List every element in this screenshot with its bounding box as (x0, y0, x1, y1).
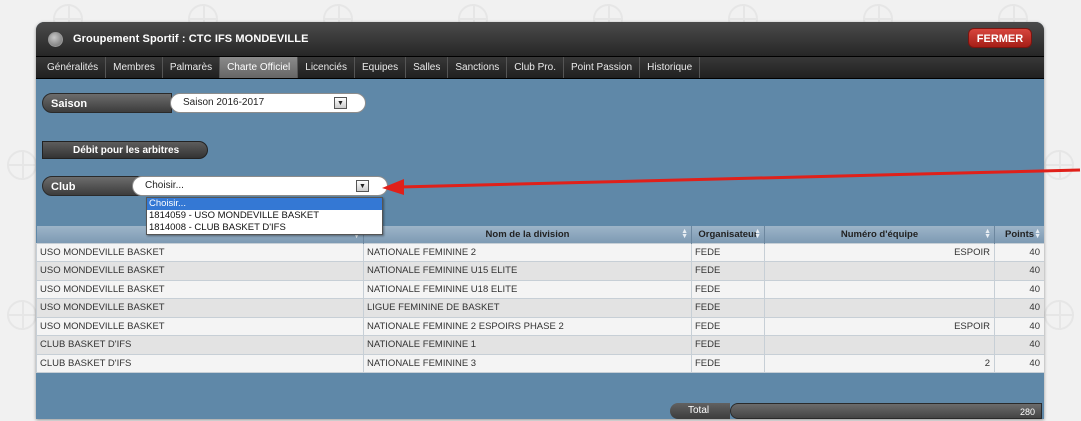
cell-club: USO MONDEVILLE BASKET (36, 279, 364, 299)
tab-club-pro[interactable]: Club Pro. (507, 57, 564, 78)
cell-points: 40 (994, 298, 1044, 318)
total-value: 280 (730, 403, 1042, 419)
cell-organisateur: FEDE (691, 353, 765, 373)
cell-numero-equipe (764, 279, 995, 299)
cell-division: NATIONALE FEMININE 2 ESPOIRS PHASE 2 (363, 316, 692, 336)
cell-numero-equipe (764, 261, 995, 281)
sort-icon: ▲▼ (1034, 228, 1041, 240)
cell-points: 40 (994, 335, 1044, 355)
cell-organisateur: FEDE (691, 316, 765, 336)
season-select[interactable]: Saison 2016-2017 ▼ (170, 93, 366, 113)
basketball-watermark-icon (6, 300, 37, 330)
cell-numero-equipe: ESPOIR (764, 316, 995, 336)
table-row[interactable]: USO MONDEVILLE BASKET NATIONALE FEMININE… (36, 279, 1044, 299)
total-label: Total (670, 403, 730, 419)
arbitres-table: ▲▼ Nom de la division▲▼ Organisateur▲▼ N… (36, 226, 1044, 373)
cell-division: LIGUE FEMININE DE BASKET (363, 298, 692, 318)
cell-club: USO MONDEVILLE BASKET (36, 261, 364, 281)
table-row[interactable]: CLUB BASKET D'IFS NATIONALE FEMININE 3 F… (36, 353, 1044, 373)
window-title: Groupement Sportif : CTC IFS MONDEVILLE (73, 33, 309, 45)
annotation-arrow-icon (382, 168, 1081, 195)
cell-organisateur: FEDE (691, 261, 765, 281)
cell-club: USO MONDEVILLE BASKET (36, 316, 364, 336)
tab-charte-officiel[interactable]: Charte Officiel (220, 57, 299, 78)
sort-icon: ▲▼ (681, 228, 688, 240)
tab-bar: Généralités Membres Palmarès Charte Offi… (36, 57, 1044, 79)
cell-club: USO MONDEVILLE BASKET (36, 298, 364, 318)
sort-icon: ▲▼ (984, 228, 991, 240)
cell-numero-equipe: ESPOIR (764, 242, 995, 262)
federation-logo-icon (48, 31, 63, 47)
basketball-watermark-icon (6, 150, 37, 180)
tab-salles[interactable]: Salles (406, 57, 449, 78)
tab-point-passion[interactable]: Point Passion (564, 57, 641, 78)
cell-numero-equipe (764, 335, 995, 355)
chevron-down-icon[interactable]: ▼ (334, 97, 347, 109)
cell-organisateur: FEDE (691, 242, 765, 262)
debit-header: Débit pour les arbitres (42, 141, 208, 159)
cell-club: CLUB BASKET D'IFS (36, 353, 364, 373)
cell-club: CLUB BASKET D'IFS (36, 335, 364, 355)
table-row[interactable]: USO MONDEVILLE BASKET NATIONALE FEMININE… (36, 242, 1044, 262)
cell-points: 40 (994, 242, 1044, 262)
club-label: Club (42, 176, 142, 196)
cell-organisateur: FEDE (691, 279, 765, 299)
column-header-numero-equipe[interactable]: Numéro d'équipe ▲ ▼ (764, 226, 995, 243)
table-row[interactable]: USO MONDEVILLE BASKET LIGUE FEMININE DE … (36, 298, 1044, 318)
table-row[interactable]: USO MONDEVILLE BASKET NATIONALE FEMININE… (36, 261, 1044, 281)
cell-numero-equipe: 2 (764, 353, 995, 373)
table-row[interactable]: USO MONDEVILLE BASKET NATIONALE FEMININE… (36, 316, 1044, 336)
cell-points: 40 (994, 316, 1044, 336)
club-option[interactable]: Choisir... (147, 198, 382, 210)
tab-generalites[interactable]: Généralités (40, 57, 107, 78)
close-button[interactable]: FERMER (968, 28, 1032, 48)
cell-organisateur: FEDE (691, 298, 765, 318)
tab-historique[interactable]: Historique (640, 57, 701, 78)
cell-division: NATIONALE FEMININE U18 ELITE (363, 279, 692, 299)
column-header-organisateur[interactable]: Organisateur ▲ ▼ (691, 226, 765, 243)
cell-division: NATIONALE FEMININE 1 (363, 335, 692, 355)
total-bar: Total 280 (36, 403, 1044, 419)
cell-division: NATIONALE FEMININE 2 (363, 242, 692, 262)
club-select-value: Choisir... (145, 180, 184, 191)
season-label: Saison (42, 93, 172, 113)
season-select-value: Saison 2016-2017 (183, 97, 265, 108)
column-header-division[interactable]: Nom de la division ▲ ▼ (363, 226, 692, 243)
club-dropdown-list: Choisir... 1814059 - USO MONDEVILLE BASK… (146, 197, 383, 235)
table-row[interactable]: CLUB BASKET D'IFS NATIONALE FEMININE 1 F… (36, 335, 1044, 355)
cell-points: 40 (994, 261, 1044, 281)
cell-points: 40 (994, 279, 1044, 299)
column-header-points[interactable]: Points ▲ ▼ (994, 226, 1044, 243)
title-bar: Groupement Sportif : CTC IFS MONDEVILLE … (36, 22, 1044, 57)
cell-numero-equipe (764, 298, 995, 318)
chevron-down-icon[interactable]: ▼ (356, 180, 369, 192)
cell-points: 40 (994, 353, 1044, 373)
sort-icon: ▲▼ (754, 228, 761, 240)
cell-division: NATIONALE FEMININE U15 ELITE (363, 261, 692, 281)
cell-club: USO MONDEVILLE BASKET (36, 242, 364, 262)
cell-division: NATIONALE FEMININE 3 (363, 353, 692, 373)
club-option[interactable]: 1814059 - USO MONDEVILLE BASKET (147, 210, 382, 222)
cell-organisateur: FEDE (691, 335, 765, 355)
tab-equipes[interactable]: Equipes (355, 57, 407, 78)
tab-licencies[interactable]: Licenciés (298, 57, 355, 78)
basketball-watermark-icon (1044, 300, 1075, 330)
tab-palmares[interactable]: Palmarès (163, 57, 221, 78)
tab-membres[interactable]: Membres (106, 57, 163, 78)
club-option[interactable]: 1814008 - CLUB BASKET D'IFS (147, 222, 382, 234)
club-select[interactable]: Choisir... ▼ (132, 176, 388, 196)
tab-sanctions[interactable]: Sanctions (448, 57, 508, 78)
